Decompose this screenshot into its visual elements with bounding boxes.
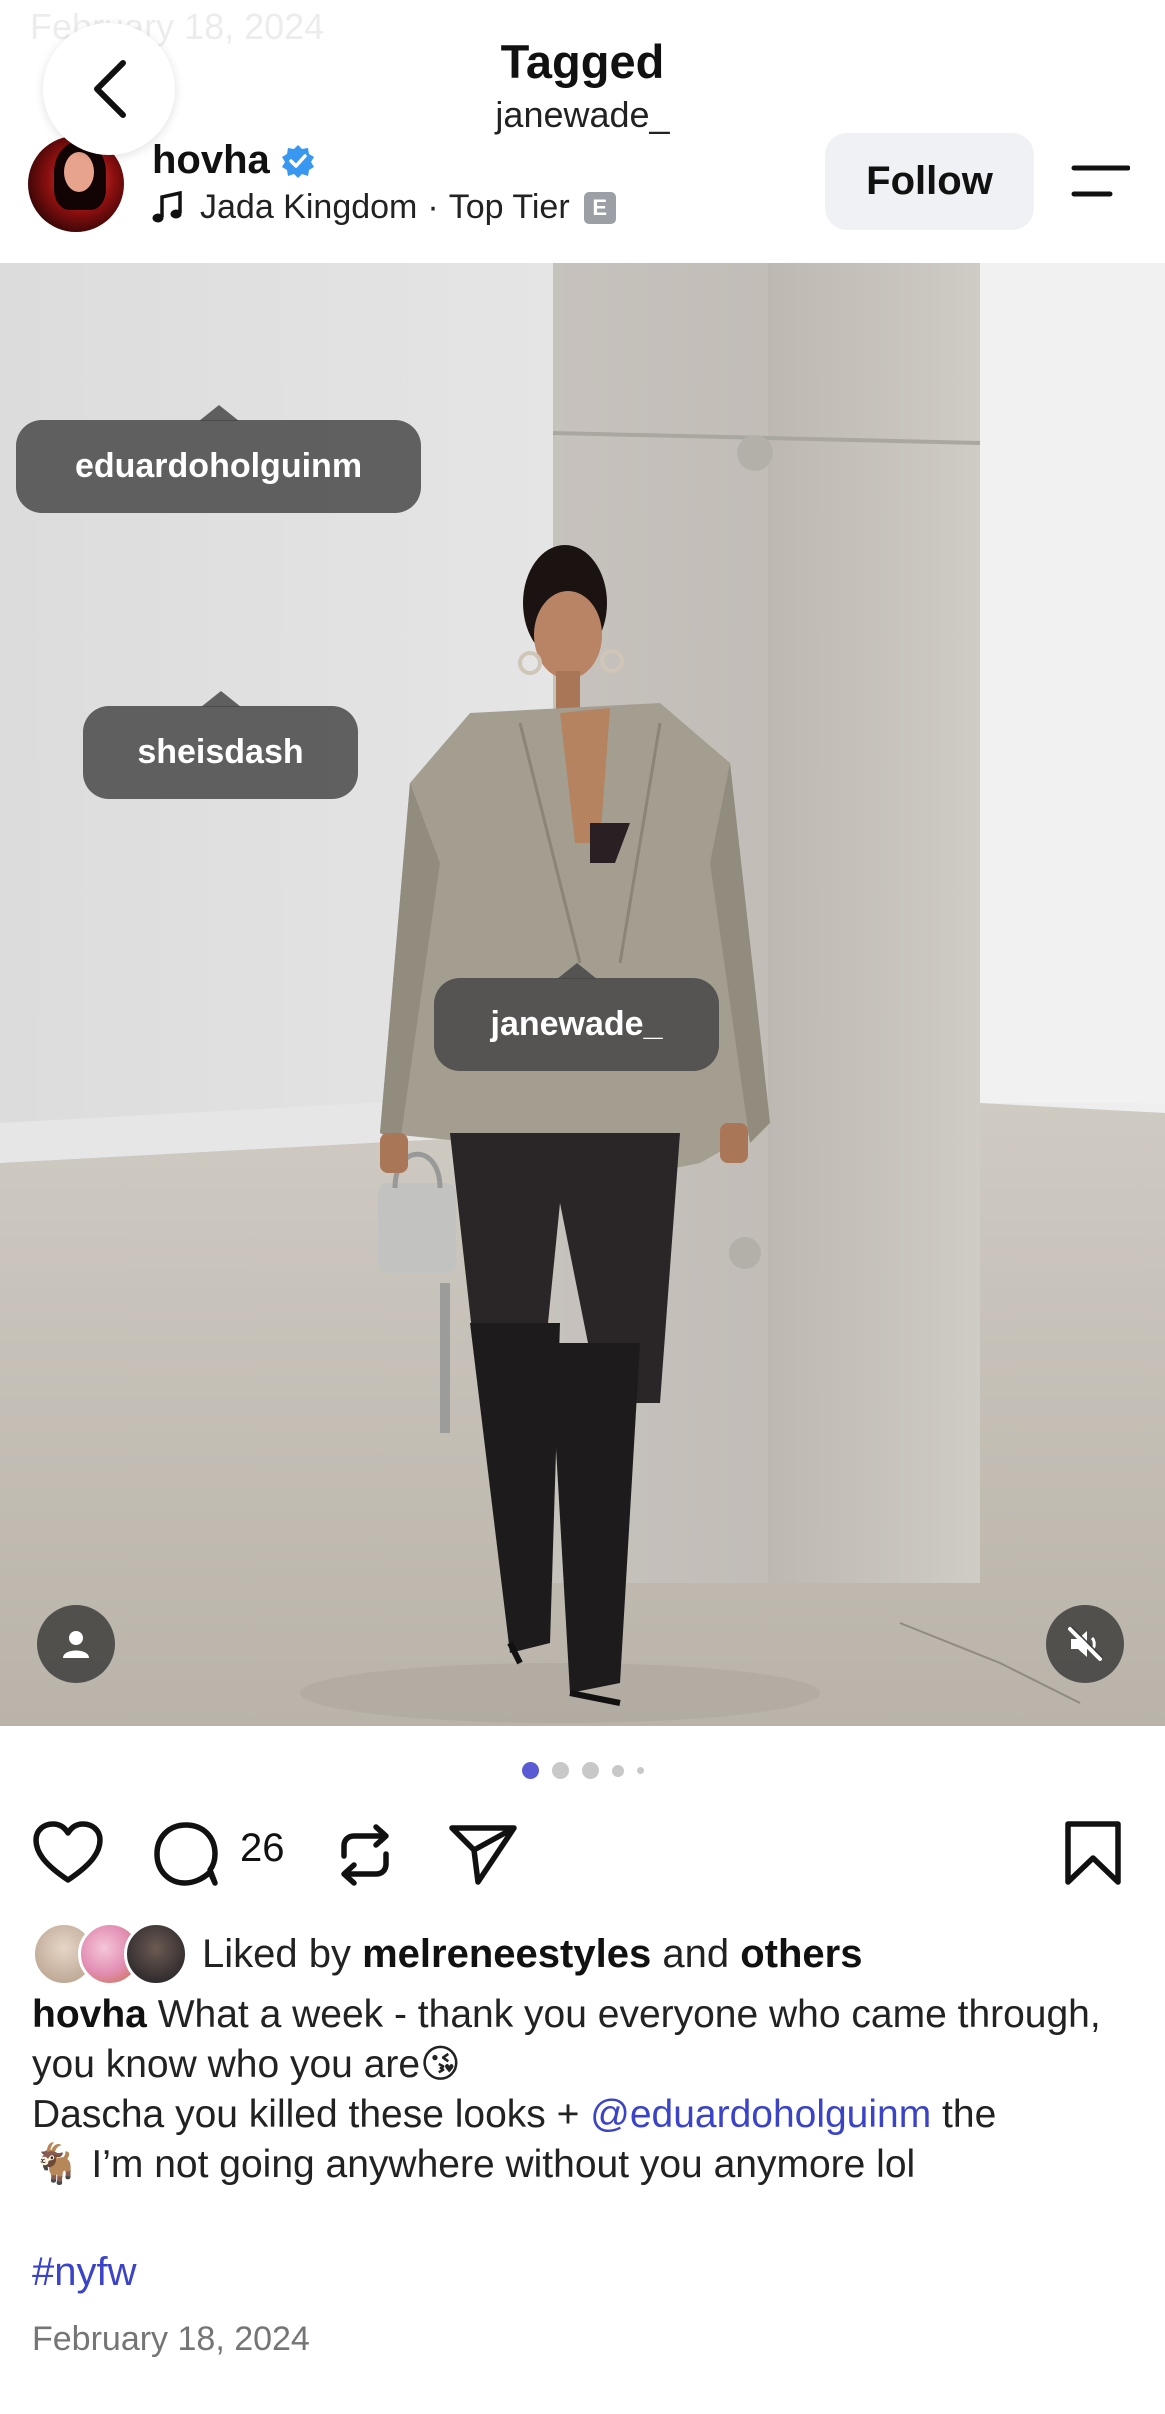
caption-mention[interactable]: @eduardoholguinm [590,2093,931,2136]
author-name-row[interactable]: hovha [152,138,316,183]
bookmark-icon[interactable] [1062,1820,1124,1886]
menu-icon[interactable] [1070,163,1130,199]
liked-by-others[interactable]: others [740,1932,862,1976]
carousel-dot [636,1767,644,1774]
post-image[interactable]: eduardoholguinm sheisdash janewade_ [0,263,1165,1726]
caption-line-1: What a week - thank you everyone who cam… [32,1993,1101,2086]
chevron-left-icon [94,60,126,118]
caption-hashtag[interactable]: #nyfw [32,2250,137,2294]
photo-tag[interactable]: eduardoholguinm [16,405,421,513]
carousel-dot [521,1762,539,1779]
comment-icon[interactable] [152,1820,222,1888]
repost-icon[interactable] [334,1822,396,1888]
back-button[interactable] [43,23,175,155]
post-caption: hovha What a week - thank you everyone w… [32,1990,1142,2190]
carousel-dot [551,1762,569,1779]
speaker-muted-icon [1068,1626,1103,1661]
follow-button[interactable]: Follow [825,133,1034,230]
caption-line-2-start: Dascha you killed these looks + [32,2093,591,2136]
liked-by-user[interactable]: melreneestyles [362,1932,651,1976]
audio-track: Top Tier [448,188,570,226]
carousel-dot [611,1764,624,1777]
action-bar: 26 [0,1810,1165,1890]
audio-artist: Jada Kingdom [200,188,418,226]
mute-button[interactable] [1046,1605,1124,1683]
carousel-indicator [0,1762,1165,1779]
photo-tag[interactable]: janewade_ [434,963,719,1071]
heart-icon[interactable] [32,1820,104,1886]
post-date: February 18, 2024 [32,2320,310,2358]
liked-by-and: and [662,1931,730,1976]
tagged-users-button[interactable] [37,1605,115,1683]
liked-by-row[interactable]: Liked by melreneestyles and others [32,1922,862,1986]
verified-badge-icon [281,144,314,178]
author-username[interactable]: hovha [152,138,270,183]
liker-avatar [124,1922,188,1986]
person-icon [63,1631,89,1658]
photo-tag-label: janewade_ [490,1005,663,1043]
photo-tag-label: eduardoholguinm [74,447,363,485]
photo-tag-label: sheisdash [137,733,304,771]
page-subtitle: janewade_ [495,94,670,135]
comment-count: 26 [240,1826,285,1870]
caption-line-3: 🐐 I’m not going anywhere without you any… [32,2143,916,2186]
send-icon[interactable] [448,1822,518,1886]
caption-hashtag-line: #nyfw [32,2250,137,2295]
audio-separator: · [427,188,439,226]
photo-tag[interactable]: sheisdash [83,691,358,799]
music-note-icon [152,190,182,222]
liked-by-text: Liked by melreneestyles and others [202,1932,862,1977]
caption-username[interactable]: hovha [32,1993,147,2036]
audio-track-row[interactable]: Jada Kingdom · Top Tier E [152,188,616,227]
page-title: Tagged [500,35,665,88]
carousel-dot [581,1762,599,1779]
liked-by-prefix: Liked by [202,1931,351,1976]
caption-line-2-end: the [931,2093,997,2136]
explicit-badge: E [583,191,616,224]
